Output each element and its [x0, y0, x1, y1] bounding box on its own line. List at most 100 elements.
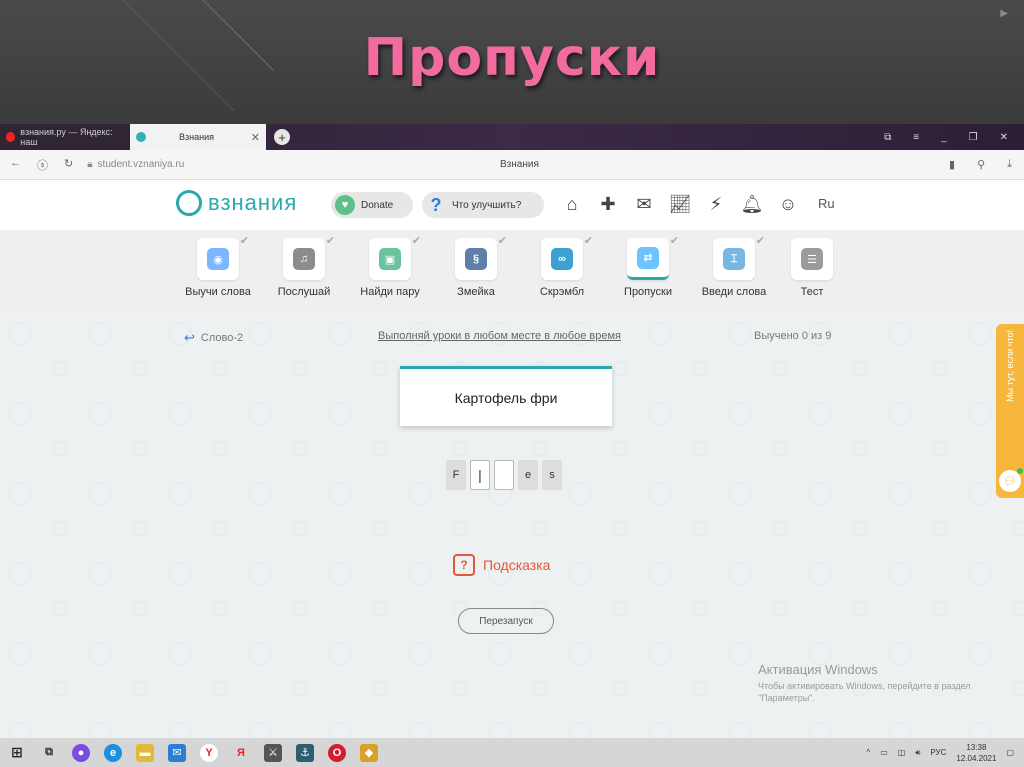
clock[interactable]: 13:38 12.04.2021: [956, 742, 996, 764]
progress-text: Выучено 0 из 9: [754, 330, 832, 342]
opera-icon[interactable]: O: [328, 743, 346, 762]
game-icon[interactable]: ⚓: [296, 743, 314, 762]
download-icon[interactable]: ⤓: [1007, 158, 1012, 171]
activity-snake[interactable]: § ✔ Змейка: [436, 235, 516, 298]
improve-label: Что улучшить?: [452, 199, 522, 211]
mail-icon[interactable]: ✉: [632, 192, 656, 216]
hint-label: Подсказка: [483, 557, 551, 573]
activity-label: Найди пару: [360, 286, 420, 298]
improve-button[interactable]: ? Что улучшить?: [422, 192, 544, 218]
yandex-browser-icon[interactable]: Y: [200, 743, 218, 762]
tabs-icon[interactable]: ⧉: [884, 132, 891, 143]
donate-label: Donate: [361, 199, 394, 211]
menu-icon[interactable]: ≡: [913, 132, 919, 143]
check-icon: ✔: [325, 235, 335, 247]
alice-icon[interactable]: ●: [72, 743, 90, 762]
activity-find-pair[interactable]: ▣ ✔ Найди пару: [350, 235, 430, 298]
check-icon: ✔: [669, 235, 679, 247]
activity-label: Скрэмбл: [539, 286, 585, 298]
anywhere-link[interactable]: Выполняй уроки в любом месте в любое вре…: [378, 330, 621, 342]
mail-app-icon[interactable]: ✉: [168, 743, 186, 762]
bookmark-icon[interactable]: ▮: [949, 158, 955, 171]
activity-listen[interactable]: ♫ ✔ Послушай: [264, 235, 344, 298]
bell-icon[interactable]: 🔔︎: [740, 192, 764, 216]
activity-scramble[interactable]: ∞ ✔ Скрэмбл: [522, 235, 602, 298]
logo-icon: [176, 190, 202, 216]
runner-icon[interactable]: ⚡: [704, 192, 728, 216]
activity-learn-words[interactable]: ◉ ✔ Выучи слова: [178, 235, 258, 298]
volume-icon[interactable]: 🔊︎: [915, 748, 920, 758]
activity-gaps[interactable]: ⇄ ✔ Пропуски: [608, 235, 688, 298]
stats-icon[interactable]: 📈︎: [668, 192, 692, 216]
test-icon: ☰: [801, 248, 823, 270]
task-view-icon[interactable]: ⧉: [40, 744, 58, 762]
protect-icon[interactable]: ⓢ: [37, 157, 48, 173]
slide-arrow-icon: ▶: [1000, 8, 1008, 19]
plus-icon[interactable]: ✚: [596, 192, 620, 216]
activation-text: Чтобы активировать Windows, перейдите в …: [758, 681, 971, 691]
letter-input[interactable]: |: [470, 460, 490, 490]
close-tab-icon[interactable]: ✕: [251, 131, 260, 144]
url-text: student.vznaniya.ru: [97, 159, 185, 170]
hint-button[interactable]: ? Подсказка: [453, 554, 550, 576]
chevron-up-icon[interactable]: ^: [866, 748, 870, 757]
activity-label: Введи слова: [701, 286, 767, 298]
url-field[interactable]: 🔒︎ student.vznaniya.ru: [87, 159, 184, 170]
explorer-icon[interactable]: ▬: [136, 743, 154, 762]
home-icon[interactable]: ⌂: [560, 192, 584, 216]
type-words-icon: ⌶: [723, 248, 745, 270]
restart-button[interactable]: Перезапуск: [458, 608, 554, 634]
activity-label: Тест: [800, 286, 824, 298]
back-icon[interactable]: ←: [10, 157, 21, 173]
activity-label: Пропуски: [624, 286, 672, 298]
lock-icon: 🔒︎: [87, 159, 93, 170]
minimize-icon[interactable]: _: [941, 132, 947, 143]
exercise-area: ↩ Слово-2 Выполняй уроки в любом месте в…: [0, 314, 1024, 738]
site-logo[interactable]: взнания: [176, 190, 297, 216]
windows-start-icon[interactable]: ⊞: [8, 744, 26, 762]
browser-tab-bar: взнания.ру — Яндекс: наш Взнания ✕ + ⧉ ≡…: [0, 124, 1024, 150]
learn-words-icon: ◉: [207, 248, 229, 270]
slide-header: Пропуски ▶: [0, 0, 1024, 124]
app-icon[interactable]: ◆: [360, 743, 378, 762]
notifications-icon[interactable]: ▢: [1006, 748, 1014, 757]
yandex-icon[interactable]: Я: [232, 744, 250, 762]
browser-tab-vznaniya[interactable]: Взнания ✕: [130, 124, 266, 150]
question-icon: ?: [430, 194, 442, 215]
chat-bubble-icon[interactable]: 💬︎: [999, 468, 1023, 492]
language-indicator[interactable]: РУС: [930, 748, 946, 757]
check-icon: ✔: [411, 235, 421, 247]
activity-test[interactable]: ☰ Тест: [772, 238, 852, 298]
online-dot: [1017, 468, 1023, 474]
back-to-lesson-link[interactable]: ↩ Слово-2: [184, 330, 243, 346]
network-icon[interactable]: ◫: [898, 748, 906, 757]
check-icon: ✔: [583, 235, 593, 247]
tab-label: взнания.ру — Яндекс: наш: [20, 127, 113, 147]
edge-icon[interactable]: e: [104, 743, 122, 762]
chat-widget[interactable]: Мы тут, если что! 💬︎: [996, 324, 1024, 498]
windows-taskbar: ⊞ ⧉ ● e ▬ ✉ Y Я ⚔ ⚓ O ◆ ^ ▭ ◫ 🔊︎ РУС 13:…: [0, 738, 1024, 767]
letter-input[interactable]: [494, 460, 514, 490]
restore-icon[interactable]: ❐: [969, 132, 978, 143]
new-tab-button[interactable]: +: [274, 129, 290, 145]
chat-label: Мы тут, если что!: [1005, 330, 1015, 402]
language-switch[interactable]: Ru: [818, 196, 835, 211]
letter-slot: F: [446, 460, 466, 490]
extensions-icon[interactable]: ⚲: [977, 158, 985, 171]
donate-button[interactable]: ♥ Donate: [331, 192, 413, 218]
battery-icon[interactable]: ▭: [880, 748, 888, 757]
system-tray: ^ ▭ ◫ 🔊︎ РУС 13:38 12.04.2021 ▢: [866, 742, 1024, 764]
reload-icon[interactable]: ↻: [64, 157, 73, 173]
scramble-icon: ∞: [551, 248, 573, 270]
browser-tab-yandex[interactable]: взнания.ру — Яндекс: наш: [0, 124, 130, 150]
vznaniya-favicon-icon: [136, 132, 146, 142]
snake-icon: §: [465, 248, 487, 270]
date: 12.04.2021: [956, 753, 997, 763]
profile-icon[interactable]: ☺: [776, 192, 800, 216]
tab-label: Взнания: [179, 132, 214, 142]
close-window-icon[interactable]: ✕: [1000, 132, 1008, 143]
letter-slots: F | e s: [446, 460, 562, 490]
activity-type-words[interactable]: ⌶ ✔ Введи слова: [694, 235, 774, 298]
speaker-icon: ♫: [293, 248, 315, 270]
game-icon[interactable]: ⚔: [264, 743, 282, 762]
